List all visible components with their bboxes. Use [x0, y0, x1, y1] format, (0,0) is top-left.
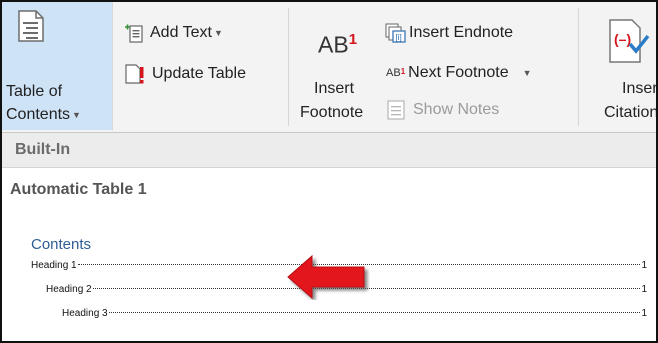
insert-endnote-button[interactable]: [i] Insert Endnote — [385, 20, 513, 46]
red-arrow-icon — [287, 254, 365, 300]
insert-citation-label-line1: Insert — [622, 80, 658, 97]
next-footnote-button[interactable]: AB 1 Next Footnote ▼ — [386, 60, 532, 86]
insert-citation-label-line2: Citation — [604, 104, 658, 121]
footnote-icon-sup: 1 — [348, 31, 358, 48]
add-text-button[interactable]: Add Text ▼ — [124, 20, 223, 46]
citation-icon: (–) — [608, 18, 650, 69]
toc-label-line1: Table of — [6, 83, 63, 100]
entry-page: 1 — [641, 284, 647, 295]
footnote-ab-icon: AB1 — [318, 31, 357, 59]
builtin-section-label: Built-In — [15, 141, 71, 158]
next-footnote-icon-sup: 1 — [400, 67, 406, 76]
update-table-label: Update Table — [152, 65, 246, 82]
word-references-window: Table of Contents ▼ Add Text ▼ Update Ta… — [0, 0, 658, 343]
section-header: Built-In — [2, 133, 656, 168]
entry-name: Heading 2 — [46, 284, 92, 295]
show-notes-icon — [387, 100, 405, 120]
update-table-button[interactable]: Update Table — [124, 61, 246, 87]
svg-text:(–): (–) — [614, 31, 631, 47]
insert-footnote-label-line2: Footnote — [300, 104, 364, 121]
chevron-down-icon: ▼ — [522, 68, 532, 78]
next-footnote-icon-text: AB — [386, 67, 401, 79]
entry-name: Heading 1 — [31, 260, 77, 271]
insert-endnote-label: Insert Endnote — [409, 24, 514, 41]
svg-text:[i]: [i] — [396, 33, 402, 42]
insert-citation-button[interactable]: (–) Insert Citation — [582, 2, 658, 130]
toc-label-text: Contents — [6, 106, 71, 123]
table-of-contents-button[interactable]: Table of Contents ▼ — [2, 2, 113, 130]
show-notes-button[interactable]: Show Notes — [387, 97, 499, 123]
update-table-icon — [124, 63, 146, 85]
show-notes-label: Show Notes — [413, 101, 500, 118]
references-ribbon: Table of Contents ▼ Add Text ▼ Update Ta… — [2, 2, 656, 134]
toc-gallery-dropdown: Built-In Automatic Table 1 Contents Head… — [2, 132, 656, 341]
ribbon-divider — [288, 8, 289, 126]
chevron-down-icon: ▼ — [213, 28, 223, 38]
entry-page: 1 — [641, 308, 647, 319]
footnote-icon-text: AB — [318, 31, 349, 58]
preview-contents-heading: Contents — [31, 236, 92, 253]
preview-entry-heading-3: Heading 3 1 — [62, 308, 647, 322]
insert-footnote-label-line1: Insert — [314, 80, 355, 97]
insert-footnote-button[interactable]: AB1 Insert Footnote — [292, 2, 376, 130]
endnote-icon: [i] — [385, 23, 407, 43]
entry-name: Heading 3 — [62, 308, 108, 319]
toc-label-line2: Contents ▼ — [6, 106, 81, 124]
next-footnote-icon: AB 1 — [386, 67, 405, 79]
chevron-down-icon: ▼ — [72, 109, 81, 120]
leader-dots — [108, 312, 641, 313]
add-text-label: Add Text — [150, 24, 212, 41]
add-text-icon — [124, 23, 144, 43]
ribbon-divider — [578, 8, 579, 126]
gallery-item-title: Automatic Table 1 — [10, 181, 147, 198]
document-lines-icon — [18, 10, 44, 47]
entry-page: 1 — [641, 260, 647, 271]
next-footnote-label: Next Footnote — [408, 64, 509, 81]
